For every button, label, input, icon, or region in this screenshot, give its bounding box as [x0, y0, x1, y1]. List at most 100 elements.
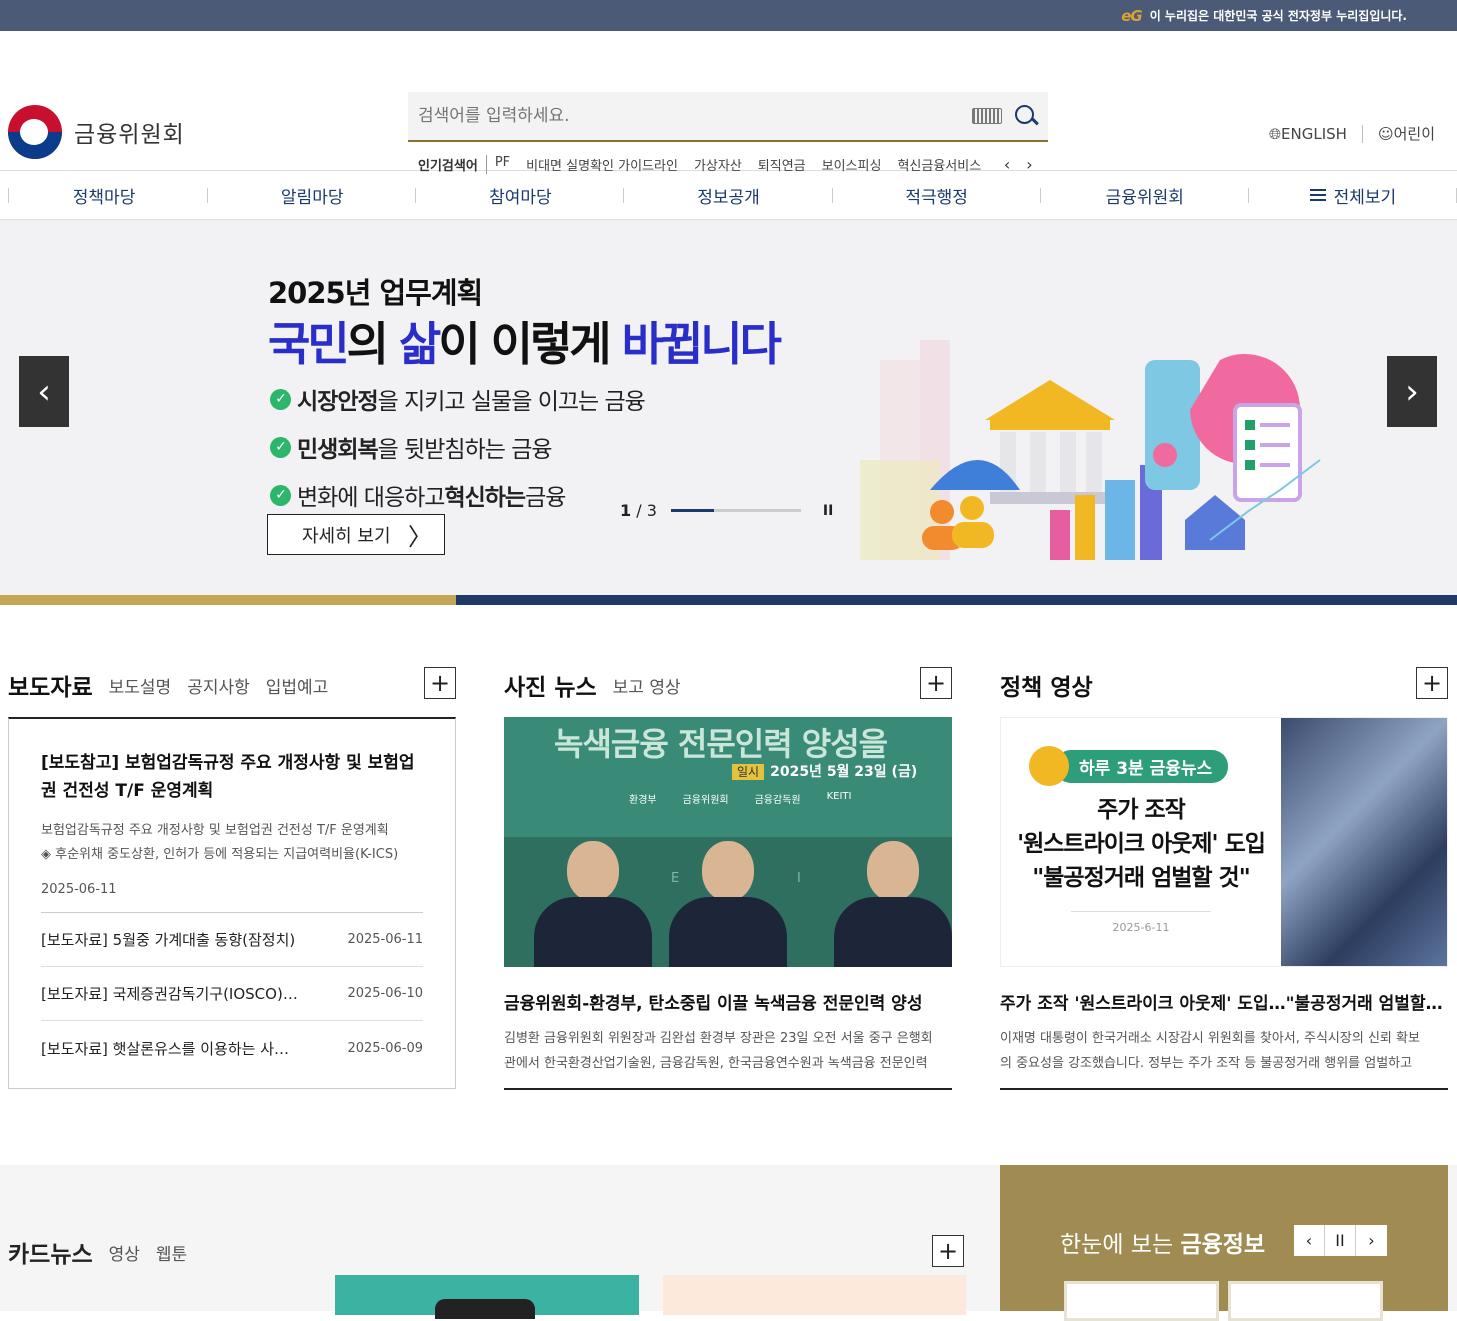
card-news-tile[interactable] [663, 1275, 966, 1315]
finance-prev-button[interactable]: ‹ [1294, 1225, 1325, 1256]
search-input[interactable] [418, 106, 972, 126]
press-tab[interactable]: 공지사항 [187, 673, 250, 698]
press-tab[interactable]: 보도설명 [109, 673, 172, 698]
hero-more-button[interactable]: 자세히 보기 〉 [267, 514, 445, 555]
finance-info-panel: 한눈에 보는 금융정보 ‹ II › [1000, 1165, 1448, 1321]
video-more-button[interactable]: + [1416, 667, 1448, 699]
card-more-button[interactable]: + [932, 1235, 964, 1267]
list-item[interactable]: [보도자료] 국제증권감독기구(IOSCO) 이사회 2025-06-10 [41, 967, 423, 1021]
all-menu-label: 전체보기 [1333, 187, 1397, 208]
hero-progress-bar [670, 509, 801, 512]
header: 금융위원회 인기검색어 PF 비대면 실명확인 가이드라인 가상자산 퇴직연금 … [0, 31, 1457, 174]
list-item[interactable]: [보도자료] 5월중 가계대출 동향(잠정치) 2025-06-11 [41, 913, 423, 967]
photo-head: 사진 뉴스 보고 영상 + [504, 665, 952, 705]
coin-icon [1029, 746, 1069, 786]
nav-all-menu[interactable]: 전체보기 [1249, 171, 1457, 219]
logo-name: 금융위원회 [74, 122, 185, 148]
nav-participation[interactable]: 참여마당 [416, 171, 625, 219]
chevron-left-icon: ‹ [37, 371, 51, 412]
search-box [408, 92, 1048, 142]
kids-icon: ☺ [1377, 124, 1394, 143]
nav-active-admin[interactable]: 적극행정 [833, 171, 1041, 219]
card-news-tab[interactable]: 웹툰 [156, 1240, 187, 1265]
hero-bullets: ✓ 시장안정 을 지키고 실물을 이끄는 금융 ✓ 민생회복 을 뒷받침하는 금융 ✓ 변… [270, 382, 646, 526]
nav-policy[interactable]: 정책마당 [0, 171, 209, 219]
policy-video-panel: 정책 영상 + 하루 3분 금융뉴스 주가 조작 '원스트라이크 아웃제' 도입… [1000, 665, 1448, 1090]
check-icon: ✓ [270, 484, 291, 506]
search-icon[interactable] [1014, 104, 1038, 128]
kids-link[interactable]: 어린이 [1394, 123, 1435, 144]
page-total: / 3 [636, 501, 657, 520]
policy-video-item[interactable]: 하루 3분 금융뉴스 주가 조작 '원스트라이크 아웃제' 도입 "불공정거래 … [1000, 717, 1448, 1090]
nav-fsc[interactable]: 금융위원회 [1041, 171, 1249, 219]
press-release-panel: 보도자료 보도설명 공지사항 입법예고 + [보도참고] 보험업감독규정 주요 … [8, 665, 456, 1089]
main-nav: 정책마당 알림마당 참여마당 정보공개 적극행정 금융위원회 전체보기 [0, 171, 1457, 220]
featured-press-date: 2025-06-11 [41, 882, 423, 913]
gov-notice-text[interactable]: 이 누리집은 대한민국 공식 전자정부 누리집입니다. [1150, 7, 1407, 24]
card-news-tab[interactable]: 영상 [109, 1240, 140, 1265]
photo-news-desc: 김병환 금융위원회 위원장과 김완섭 환경부 장관은 23일 오전 서울 중구 … [504, 1026, 952, 1090]
finance-pause-button[interactable]: II [1325, 1225, 1356, 1256]
press-title[interactable]: 보도자료 [8, 668, 93, 702]
site-logo[interactable]: 금융위원회 [8, 105, 185, 159]
bottom-section: 카드뉴스 영상 웹툰 + 한눈에 보는 금융정보 ‹ II › [0, 1165, 1457, 1321]
english-link[interactable]: ENGLISH [1281, 125, 1347, 143]
list-item[interactable]: [보도자료] 햇살론유스를 이용하는 사회초년생 2025-06-09 [41, 1021, 423, 1075]
photo-news-image[interactable]: 녹색금융 전문인력 양성을 일시 2025년 5월 23일 (금) 환경부 금융위원… [504, 717, 952, 967]
hero-banner: ‹ › 2025년 업무계획 국민의 삶이 이렇게 바뀝니다 ✓ 시장안정 을 지키… [0, 220, 1457, 595]
photo-news-headline[interactable]: 금융위원회-환경부, 탄소중립 이끌 녹색금융 전문인력 양성 [504, 989, 952, 1014]
hero-bullet: ✓ 민생회복 을 뒷받침하는 금융 [270, 430, 645, 464]
taegeuk-logo-icon [8, 105, 62, 159]
egov-logo: eG [1121, 6, 1142, 25]
hero-year-title: 2025년 업무계획 [268, 276, 483, 310]
nav-info-disclosure[interactable]: 정보공개 [624, 171, 833, 219]
finance-info-card[interactable] [1064, 1281, 1219, 1321]
utility-links: 🌐︎ ENGLISH ☺ 어린이 [1269, 123, 1435, 144]
card-news-tile[interactable] [335, 1275, 639, 1319]
finance-next-button[interactable]: › [1356, 1225, 1387, 1256]
featured-press-desc: 보험업감독규정 주요 개정사항 및 보험업권 건전성 T/F 운영계획 ◈ 후순위… [41, 823, 399, 862]
hero-next-button[interactable]: › [1387, 356, 1437, 427]
news-section: 보도자료 보도설명 공지사항 입법예고 + [보도참고] 보험업감독규정 주요 … [0, 605, 1457, 1175]
page-current: 1 [620, 501, 632, 520]
arrow-right-icon: 〉 [408, 523, 432, 551]
gov-notice-bar: eG 이 누리집은 대한민국 공식 전자정부 누리집입니다. [0, 0, 1457, 31]
policy-video-headline[interactable]: 주가 조작 '원스트라이크 아웃제' 도입…"불공정거래 엄벌할 것" [1000, 989, 1448, 1014]
finance-info-title: 한눈에 보는 금융정보 [1060, 1232, 1266, 1258]
finance-illustration [860, 340, 1321, 560]
hero-bullet: ✓ 시장안정 을 지키고 실물을 이끄는 금융 [270, 382, 646, 416]
pause-button[interactable]: II [823, 503, 833, 519]
check-icon: ✓ [270, 436, 291, 458]
person-figure [834, 841, 952, 967]
card-news-head: 카드뉴스 영상 웹툰 [8, 1235, 203, 1269]
nav-notice[interactable]: 알림마당 [208, 171, 417, 219]
virtual-keyboard-icon[interactable] [972, 108, 1002, 124]
photo-news-panel: 사진 뉴스 보고 영상 + 녹색금융 전문인력 양성을 일시 2025년 5월 2… [504, 665, 952, 1090]
press-list: [보도참고] 보험업감독규정 주요 개정사항 및 보험업권 건전성 T/F 운영… [8, 717, 456, 1089]
policy-video-thumbnail[interactable]: 하루 3분 금융뉴스 주가 조작 '원스트라이크 아웃제' 도입 "불공정거래 … [1000, 717, 1448, 967]
divider [1361, 124, 1363, 143]
menu-icon [1309, 189, 1326, 201]
globe-icon: 🌐︎ [1269, 124, 1282, 143]
photo-more-button[interactable]: + [920, 667, 952, 699]
featured-press-title[interactable]: [보도참고] 보험업감독규정 주요 개정사항 및 보험업권 건전성 T/F 운영… [41, 749, 423, 805]
press-more-button[interactable]: + [424, 667, 456, 699]
photo-news-tab[interactable]: 보고 영상 [613, 673, 681, 698]
photo-news-item[interactable]: 녹색금융 전문인력 양성을 일시 2025년 5월 23일 (금) 환경부 금융위원… [504, 717, 952, 1090]
press-head: 보도자료 보도설명 공지사항 입법예고 + [8, 665, 456, 705]
hero-headline: 국민의 삶이 이렇게 바뀝니다 [268, 317, 782, 371]
hero-pager: 1 / 3 II [620, 501, 833, 520]
photo-news-title[interactable]: 사진 뉴스 [504, 668, 597, 702]
hero-bullet: ✓ 변화에 대응하고 혁신하는 금융 [270, 478, 645, 512]
video-head: 정책 영상 + [1000, 665, 1448, 705]
card-news-title[interactable]: 카드뉴스 [8, 1235, 93, 1269]
policy-video-desc: 이재명 대통령이 한국거래소 시장감시 위원회를 찾아서, 주식시장의 신뢰 확… [1000, 1026, 1448, 1090]
monitor-image [1281, 718, 1447, 966]
person-figure [534, 841, 652, 967]
check-icon: ✓ [270, 388, 291, 410]
section-stripe [0, 595, 1457, 605]
hero-prev-button[interactable]: ‹ [19, 356, 69, 427]
finance-info-card[interactable] [1228, 1281, 1383, 1321]
policy-video-title[interactable]: 정책 영상 [1000, 668, 1093, 702]
press-tab[interactable]: 입법예고 [266, 673, 329, 698]
